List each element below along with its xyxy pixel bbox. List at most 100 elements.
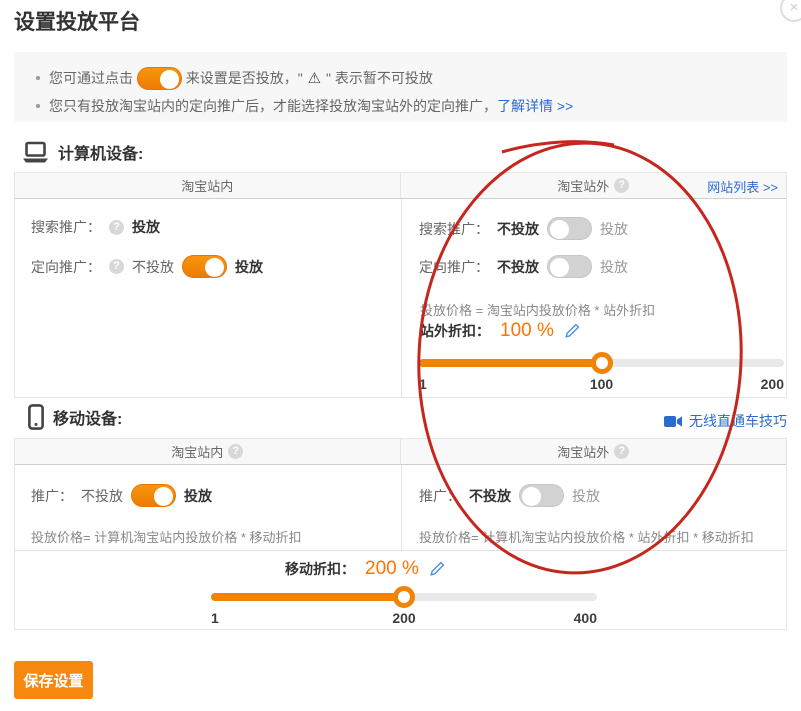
pc-offsite-price-formula: 投放价格 = 淘宝站内投放价格 * 站外折扣 bbox=[420, 300, 655, 319]
tick-mid: 100 bbox=[590, 376, 613, 392]
discount-label: 站外折扣： bbox=[420, 321, 490, 341]
computer-section-title: 计算机设备: bbox=[58, 140, 143, 164]
mobile-onsite-promo-row: 推广： 不投放 投放 bbox=[31, 484, 212, 507]
pc-onsite-targeted-row: 定向推广： ? 不投放 投放 bbox=[31, 255, 263, 278]
tick-mid: 200 bbox=[392, 610, 415, 626]
notice-text-2: 您只有投放淘宝站内的定向推广后，才能选择投放淘宝站外的定向推广， bbox=[49, 96, 497, 116]
discount-value: 200 % bbox=[365, 558, 419, 580]
computer-section-label: 计算机设备: bbox=[22, 140, 143, 164]
toggle-knob bbox=[154, 487, 173, 506]
slider-ticks: 1 100 200 bbox=[419, 376, 784, 392]
mobile-onsite-promo-toggle[interactable] bbox=[131, 484, 176, 507]
help-icon[interactable]: ? bbox=[109, 259, 124, 274]
on-label: 投放 bbox=[184, 486, 212, 506]
mobile-icon bbox=[28, 404, 44, 430]
notice-line-2: 您只有投放淘宝站内的定向推广后，才能选择投放淘宝站外的定向推广， 了解详情 >> bbox=[36, 92, 777, 120]
row-label: 定向推广： bbox=[419, 257, 489, 277]
column-divider bbox=[401, 465, 402, 550]
row-label: 定向推广： bbox=[31, 257, 101, 277]
tick-max: 200 bbox=[761, 376, 784, 392]
notice-text-1c: " 表示暂不可投放 bbox=[322, 68, 433, 88]
computer-onsite-header-label: 淘宝站内 bbox=[181, 176, 233, 195]
slider-handle[interactable] bbox=[591, 352, 613, 374]
notice-text-1b: 来设置是否投放，" bbox=[182, 68, 307, 88]
mobile-discount-slider: 1 200 400 bbox=[211, 593, 597, 626]
help-icon[interactable]: ? bbox=[228, 444, 243, 459]
video-icon bbox=[664, 415, 683, 428]
row-label: 搜索推广： bbox=[419, 219, 489, 239]
mobile-onsite-header: 淘宝站内 ? bbox=[15, 439, 401, 464]
tick-min: 1 bbox=[419, 376, 427, 392]
on-label: 投放 bbox=[600, 257, 628, 277]
off-label: 不投放 bbox=[81, 486, 123, 506]
toggle-knob bbox=[205, 258, 224, 277]
help-icon[interactable]: ? bbox=[614, 444, 629, 459]
row-label: 推广： bbox=[31, 486, 73, 506]
mobile-table-header: 淘宝站内 ? 淘宝站外 ? bbox=[15, 439, 786, 465]
help-icon[interactable]: ? bbox=[109, 220, 124, 235]
computer-offsite-header-label: 淘宝站外 bbox=[557, 176, 609, 195]
mobile-table: 淘宝站内 ? 淘宝站外 ? 推广： 不投放 投放 推广： 不投放 投放 投放价格… bbox=[14, 438, 787, 630]
pc-onsite-search-row: 搜索推广： ? 投放 bbox=[31, 217, 160, 237]
tick-min: 1 bbox=[211, 610, 219, 626]
slider-handle[interactable] bbox=[393, 586, 415, 608]
off-label: 不投放 bbox=[469, 486, 511, 506]
mobile-offsite-header: 淘宝站外 ? bbox=[401, 439, 787, 464]
save-settings-button[interactable]: 保存设置 bbox=[14, 661, 93, 699]
mobile-offsite-header-label: 淘宝站外 bbox=[557, 442, 609, 461]
set-platform-dialog: × 设置投放平台 您可通过点击 来设置是否投放，" ⚠ " 表示暂不可投放 您只… bbox=[0, 0, 801, 711]
slider-track[interactable] bbox=[211, 593, 597, 601]
help-icon[interactable]: ? bbox=[614, 178, 629, 193]
tick-max: 400 bbox=[574, 610, 597, 626]
notice-box: 您可通过点击 来设置是否投放，" ⚠ " 表示暂不可投放 您只有投放淘宝站内的定… bbox=[14, 52, 787, 122]
slider-track[interactable] bbox=[419, 359, 784, 367]
bullet-dot bbox=[36, 76, 40, 80]
toggle-knob bbox=[550, 220, 569, 239]
off-label: 不投放 bbox=[497, 219, 539, 239]
computer-table-header: 淘宝站内 淘宝站外 ? 网站列表 >> bbox=[15, 173, 786, 199]
notice-text-1a: 您可通过点击 bbox=[49, 68, 137, 88]
example-toggle-on-icon[interactable] bbox=[137, 67, 182, 90]
computer-onsite-header: 淘宝站内 bbox=[15, 173, 401, 198]
bullet-dot bbox=[36, 104, 40, 108]
slider-fill bbox=[211, 593, 404, 601]
row-label: 推广： bbox=[419, 486, 461, 506]
wireless-tips-label: 无线直通车技巧 bbox=[689, 411, 787, 431]
pc-onsite-targeted-toggle[interactable] bbox=[182, 255, 227, 278]
toggle-knob bbox=[160, 70, 179, 89]
edit-pencil-icon[interactable] bbox=[429, 561, 445, 577]
wireless-tips-link[interactable]: 无线直通车技巧 bbox=[664, 411, 787, 431]
edit-pencil-icon[interactable] bbox=[564, 323, 580, 339]
toggle-knob bbox=[522, 487, 541, 506]
mobile-offsite-promo-row: 推广： 不投放 投放 bbox=[419, 484, 600, 507]
mobile-offsite-promo-toggle[interactable] bbox=[519, 484, 564, 507]
mobile-offsite-price-formula: 投放价格= 计算机淘宝站内投放价格 * 站外折扣 * 移动折扣 bbox=[419, 527, 754, 546]
mobile-onsite-header-label: 淘宝站内 bbox=[171, 442, 223, 461]
pc-offsite-targeted-toggle[interactable] bbox=[547, 255, 592, 278]
close-icon[interactable]: × bbox=[780, 0, 801, 22]
computer-icon bbox=[22, 141, 49, 164]
slider-fill bbox=[419, 359, 602, 367]
discount-label: 移动折扣： bbox=[285, 559, 355, 579]
column-divider bbox=[401, 199, 402, 397]
mobile-onsite-price-formula: 投放价格= 计算机淘宝站内投放价格 * 移动折扣 bbox=[31, 527, 302, 546]
on-label: 投放 bbox=[600, 219, 628, 239]
mobile-section-label: 移动设备: bbox=[28, 404, 122, 430]
warning-icon: ⚠ bbox=[308, 69, 321, 87]
toggle-knob bbox=[550, 258, 569, 277]
computer-table: 淘宝站内 淘宝站外 ? 网站列表 >> 搜索推广： ? 投放 定向推广： ? 不… bbox=[14, 172, 787, 398]
computer-offsite-header: 淘宝站外 ? 网站列表 >> bbox=[401, 173, 787, 198]
mobile-section-title: 移动设备: bbox=[53, 405, 122, 429]
pc-offsite-targeted-row: 定向推广： 不投放 投放 bbox=[419, 255, 628, 278]
site-list-link[interactable]: 网站列表 >> bbox=[707, 177, 778, 196]
off-label: 不投放 bbox=[132, 257, 174, 277]
row-value: 投放 bbox=[132, 217, 160, 237]
pc-offsite-discount: 站外折扣： 100 % bbox=[420, 320, 580, 342]
discount-value: 100 % bbox=[500, 320, 554, 342]
row-divider bbox=[15, 550, 786, 551]
pc-offsite-search-toggle[interactable] bbox=[547, 217, 592, 240]
notice-line-1: 您可通过点击 来设置是否投放，" ⚠ " 表示暂不可投放 bbox=[36, 64, 777, 92]
on-label: 投放 bbox=[235, 257, 263, 277]
mobile-discount: 移动折扣： 200 % bbox=[285, 558, 445, 580]
learn-more-link[interactable]: 了解详情 >> bbox=[497, 96, 573, 116]
